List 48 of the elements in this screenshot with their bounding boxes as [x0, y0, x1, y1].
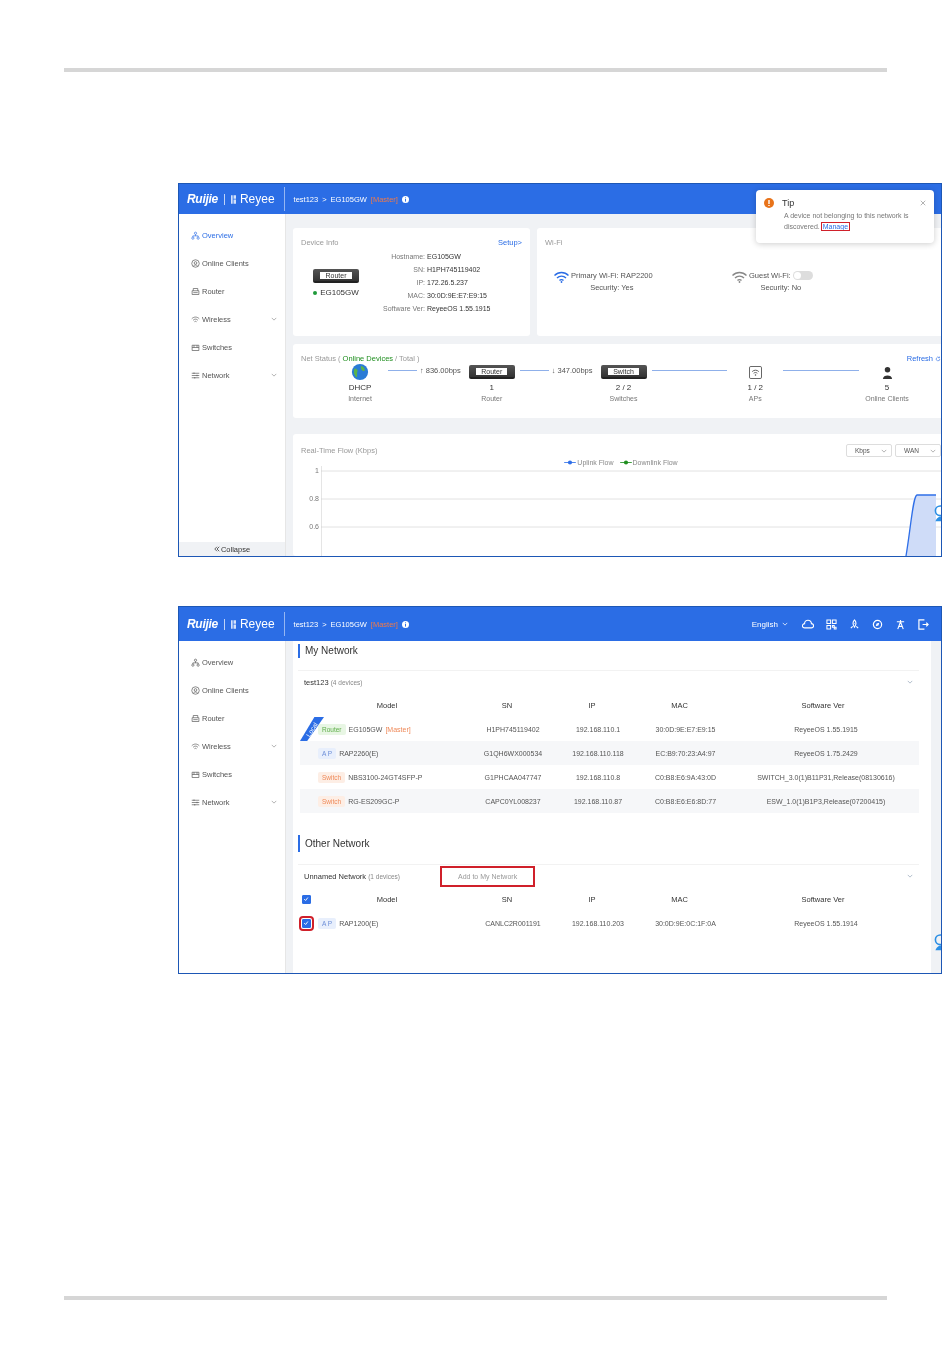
cloud-icon[interactable]	[802, 618, 814, 630]
globe-icon	[351, 363, 369, 382]
section-title: Other Network	[298, 835, 919, 852]
node-count: 1	[489, 383, 494, 393]
row-checkbox[interactable]	[301, 918, 311, 928]
sitemap-icon	[191, 230, 200, 240]
info-icon[interactable]	[401, 195, 409, 203]
logo: Ruijie	[187, 192, 218, 206]
wifi-icon	[191, 314, 200, 324]
brand-name: Reyee	[239, 617, 275, 631]
toggle-switch[interactable]	[792, 271, 813, 280]
tip-title: Tip	[782, 198, 796, 208]
qr-code-icon[interactable]	[826, 618, 837, 630]
select-all-checkbox[interactable]	[301, 894, 311, 904]
node-count: 1 / 2	[747, 383, 764, 393]
brand-mark-icon	[230, 619, 236, 629]
device-icon	[191, 286, 200, 296]
sliders-icon	[191, 370, 200, 380]
device-icon	[191, 713, 200, 723]
switch-icon	[191, 769, 200, 779]
double-chevron-icon	[213, 546, 220, 552]
logo: Ruijie	[187, 617, 218, 631]
caret-icon	[782, 622, 788, 626]
tower-icon[interactable]	[895, 618, 906, 630]
device-name: EG105GW	[313, 288, 359, 297]
chevron-icon	[881, 448, 887, 453]
warning-icon	[764, 198, 774, 208]
refresh-icon	[935, 355, 941, 362]
logout-icon[interactable]	[918, 618, 929, 630]
section-title: My Network	[298, 644, 919, 658]
access-point-icon	[748, 365, 762, 379]
node-count: 5	[884, 383, 890, 393]
person-icon	[881, 365, 893, 379]
language-select[interactable]: English	[751, 619, 778, 629]
switch-icon	[191, 342, 200, 352]
node-count: DHCP	[348, 383, 372, 393]
help-bubble-icon[interactable]	[933, 933, 941, 953]
help-bubble-icon[interactable]	[933, 504, 941, 524]
brand-name: Reyee	[239, 192, 275, 206]
brand-mark-icon	[230, 194, 236, 204]
sitemap-icon	[191, 657, 200, 667]
info-icon[interactable]	[401, 620, 409, 628]
rocket-icon[interactable]	[849, 618, 860, 630]
wifi-icon	[191, 741, 200, 751]
compass-icon[interactable]	[872, 618, 883, 630]
chevron-icon	[930, 448, 936, 453]
node-count: 2 / 2	[615, 383, 632, 393]
sliders-icon	[191, 797, 200, 807]
